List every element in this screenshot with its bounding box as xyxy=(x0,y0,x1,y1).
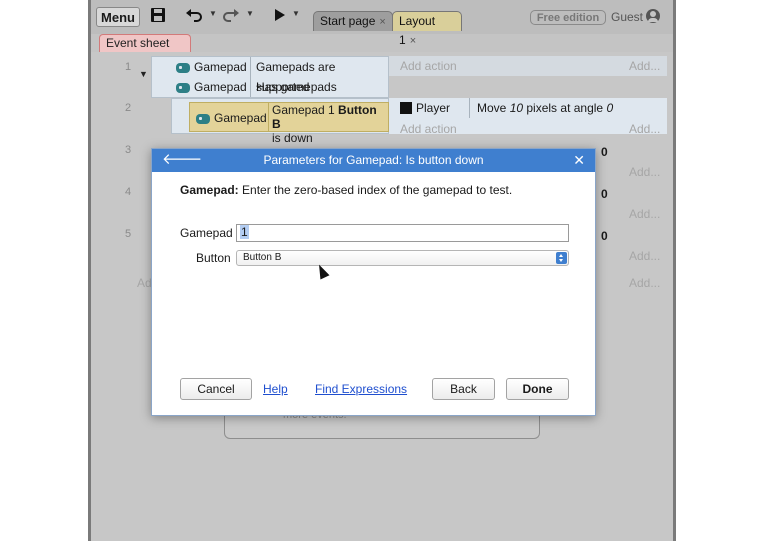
gamepad-index-input[interactable]: 1 xyxy=(236,224,569,242)
done-button[interactable]: Done xyxy=(506,378,569,400)
condition-separator xyxy=(268,103,269,131)
gamepad-param-label: Gamepad xyxy=(180,226,233,240)
add-menu-link[interactable]: Add... xyxy=(629,207,660,221)
gamepad-icon xyxy=(176,82,190,93)
tab-layout-1[interactable]: Layout 1 × xyxy=(392,11,462,47)
condition-gamepad[interactable]: Gamepad xyxy=(196,108,267,128)
add-action-link[interactable]: Add action xyxy=(400,59,457,73)
window-edge-right xyxy=(673,0,676,541)
collapse-toggle-icon[interactable]: ▼ xyxy=(139,69,148,79)
action-text[interactable]: Move 10 pixels at angle 0 xyxy=(477,101,613,115)
condition-text[interactable]: Gamepad 1 Button B is down xyxy=(272,103,388,145)
gamepad-icon xyxy=(196,113,210,124)
close-icon[interactable]: ✕ xyxy=(573,152,585,168)
back-arrow-icon[interactable]: 🡐 xyxy=(162,152,202,168)
save-icon[interactable] xyxy=(151,7,165,27)
partial-value: 0 xyxy=(601,145,608,159)
event-number: 3 xyxy=(125,144,132,156)
tab-label: Layout 1 xyxy=(399,14,436,47)
add-menu-link[interactable]: Add... xyxy=(629,276,660,290)
edition-badge[interactable]: Free edition xyxy=(530,10,606,25)
add-menu-link[interactable]: Add... xyxy=(629,59,660,73)
partial-value: 0 xyxy=(601,187,608,201)
close-icon[interactable]: × xyxy=(379,16,385,28)
add-action-link[interactable]: Add action xyxy=(400,122,457,136)
user-label[interactable]: Guest xyxy=(611,10,643,24)
event-1-conditions[interactable]: Gamepad Gamepads are supported Gamepad H… xyxy=(151,56,389,98)
dialog-title: Parameters for Gamepad: Is button down xyxy=(263,153,484,167)
event-number: 5 xyxy=(125,228,132,240)
condition-text[interactable]: Gamepads are supported xyxy=(256,57,388,94)
cancel-button[interactable]: Cancel xyxy=(180,378,252,400)
parameters-dialog: Parameters for Gamepad: Is button down 🡐… xyxy=(151,148,596,416)
help-link[interactable]: Help xyxy=(263,382,288,396)
tab-event-sheet-1[interactable]: Event sheet 1× xyxy=(99,34,191,67)
event-number: 4 xyxy=(125,186,132,198)
undo-dropdown-icon[interactable]: ▼ xyxy=(209,9,217,18)
condition-separator xyxy=(250,57,251,97)
menu-button[interactable]: Menu xyxy=(96,7,140,27)
add-menu-link[interactable]: Add... xyxy=(629,249,660,263)
condition-gamepad[interactable]: Gamepad xyxy=(176,77,247,97)
add-menu-link[interactable]: Add... xyxy=(629,122,660,136)
action-object[interactable]: Player xyxy=(416,101,450,115)
back-button[interactable]: Back xyxy=(432,378,495,400)
redo-dropdown-icon[interactable]: ▼ xyxy=(246,9,254,18)
button-select-value: Button B xyxy=(243,252,282,263)
action-separator xyxy=(469,98,470,118)
play-dropdown-icon[interactable]: ▼ xyxy=(292,9,300,18)
undo-icon[interactable] xyxy=(186,7,202,27)
redo-icon[interactable] xyxy=(223,7,239,27)
find-expressions-link[interactable]: Find Expressions xyxy=(315,382,407,396)
main-toolbar: Menu ▼ ▼ ▼ Start page × Layout 1 × Free ed… xyxy=(91,0,673,47)
play-icon[interactable] xyxy=(274,7,286,27)
button-select[interactable]: Button B xyxy=(236,250,569,266)
user-icon[interactable] xyxy=(646,9,660,23)
selected-condition[interactable]: Gamepad Gamepad 1 Button B is down xyxy=(189,102,389,145)
tab-label: Start page xyxy=(320,14,376,28)
add-menu-link[interactable]: Add... xyxy=(629,165,660,179)
add-event-link[interactable]: Ad xyxy=(137,276,152,290)
close-icon[interactable]: × xyxy=(410,35,416,47)
dialog-title-bar: Parameters for Gamepad: Is button down 🡐… xyxy=(152,149,595,172)
player-sprite-icon xyxy=(400,102,412,114)
tab-start-page[interactable]: Start page × xyxy=(313,11,393,31)
partial-value: 0 xyxy=(601,229,608,243)
event-number: 2 xyxy=(125,102,132,114)
gamepad-icon xyxy=(176,62,190,73)
parameter-description: Gamepad: Enter the zero-based index of t… xyxy=(180,183,513,197)
button-param-label: Button xyxy=(196,251,231,265)
select-arrows-icon xyxy=(556,252,567,264)
condition-gamepad[interactable]: Gamepad xyxy=(176,57,247,77)
condition-text[interactable]: Has gamepads xyxy=(256,77,337,97)
event-number: 1 xyxy=(125,61,132,73)
